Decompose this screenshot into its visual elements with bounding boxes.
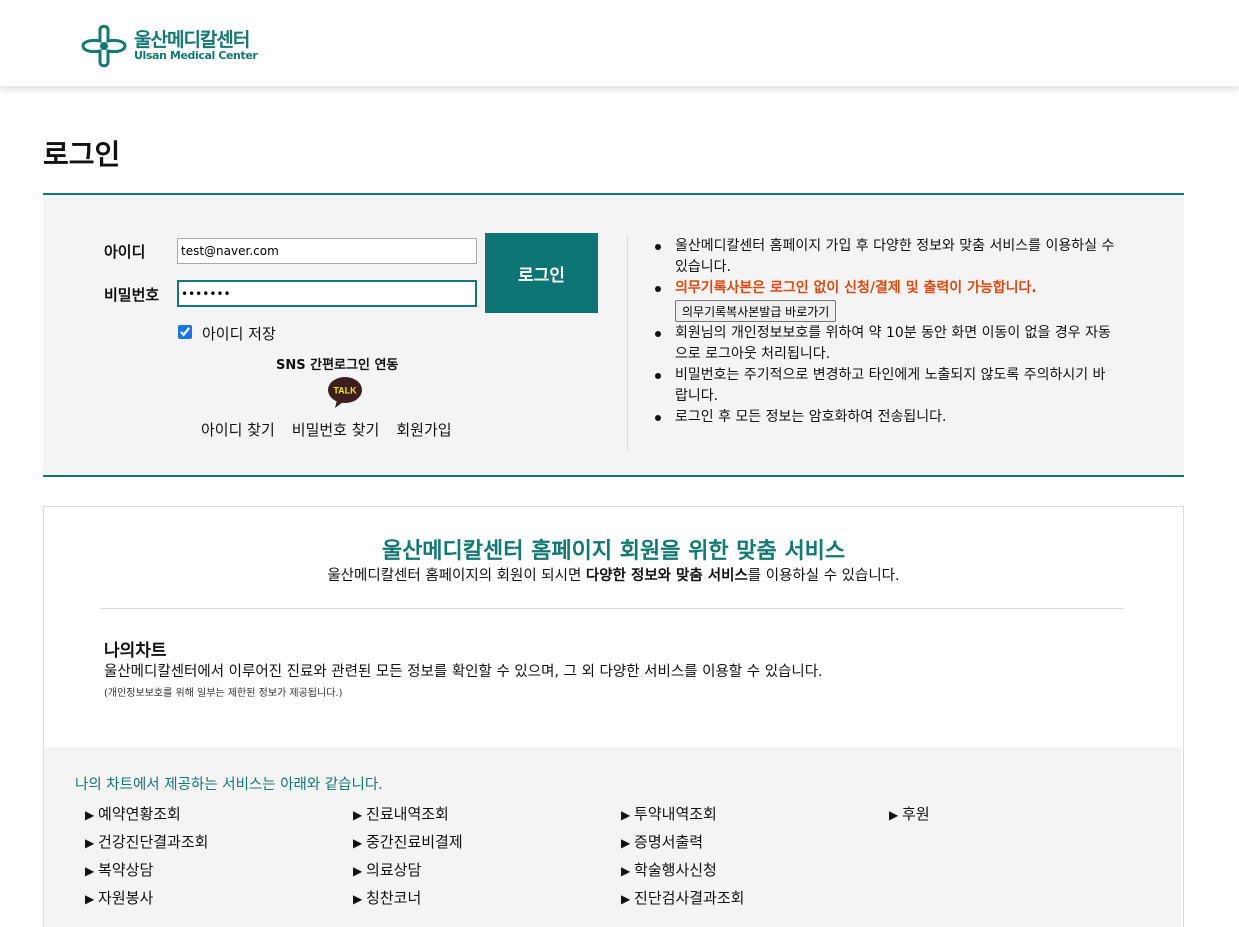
section-divider [100,608,1124,609]
kakao-talk-icon[interactable]: TALK [327,376,363,410]
service-list: 예약연황조회진료내역조회투약내역조회후원건강진단결과조회중간진료비결제증명서출력… [85,803,1155,915]
sns-login-title: SNS 간편로그인 연동 [276,358,399,373]
service-list-item[interactable]: 칭찬코너 [353,887,621,915]
remember-id-label[interactable]: 아이디 저장 [202,323,276,344]
service-list-item[interactable]: 자원봉사 [85,887,353,915]
id-label: 아이디 [104,243,146,261]
member-service-section: 울산메디칼센터 홈페이지 회원을 위한 맞춤 서비스 울산메디칼센터 홈페이지의… [43,506,1184,927]
note-item: 의무기록사본은 로그인 없이 신청/결제 및 출력이 가능합니다. 의무기록복사… [655,278,1115,323]
page-title: 로그인 [43,138,121,171]
account-links: 아이디 찾기 비밀번호 찾기 회원가입 [201,419,469,440]
service-list-item[interactable]: 건강진단결과조회 [85,831,353,859]
service-list-item[interactable]: 투약내역조회 [621,803,889,831]
signup-link[interactable]: 회원가입 [396,421,451,439]
note-item: 비밀번호는 주기적으로 변경하고 타인에게 노출되지 않도록 주의하시기 바랍니… [655,365,1115,407]
service-list-item[interactable]: 후원 [889,803,1157,831]
login-notes: 울산메디칼센터 홈페이지 가입 후 다양한 정보와 맞춤 서비스를 이용하실 수… [655,236,1115,428]
note-item: 회원님의 개인정보보호를 위하여 약 10분 동안 화면 이동이 없을 경우 자… [655,323,1115,365]
service-list-item[interactable]: 예약연황조회 [85,803,353,831]
service-list-item[interactable]: 진단검사결과조회 [621,887,889,915]
my-chart-description: 울산메디칼센터에서 이루어진 진료와 관련된 모든 정보를 확인할 수 있으며,… [104,664,823,680]
service-list-panel: 나의 차트에서 제공하는 서비스는 아래와 같습니다. 예약연황조회진료내역조회… [44,747,1181,927]
password-label: 비밀번호 [104,286,160,304]
password-input[interactable] [177,280,477,307]
my-chart-note: (개인정보보호를 위해 일부는 제한된 정보가 제공됩니다.) [104,688,343,699]
record-copy-notice: 의무기록사본은 로그인 없이 신청/결제 및 출력이 가능합니다. [675,280,1037,296]
vertical-divider [627,235,628,451]
service-list-item[interactable]: 중간진료비결제 [353,831,621,859]
service-list-item[interactable]: 진료내역조회 [353,803,621,831]
service-panel-title: 나의 차트에서 제공하는 서비스는 아래와 같습니다. [75,777,383,793]
service-list-item[interactable]: 의료상담 [353,859,621,887]
medical-record-copy-button[interactable]: 의무기록복사본발급 바로가기 [675,300,837,322]
note-item: 울산메디칼센터 홈페이지 가입 후 다양한 정보와 맞춤 서비스를 이용하실 수… [655,236,1115,278]
note-item: 로그인 후 모든 정보는 암호화하여 전송됩니다. [655,407,1115,428]
service-list-item[interactable]: 증명서출력 [621,831,889,859]
service-list-item[interactable]: 복약상담 [85,859,353,887]
site-logo[interactable]: 울산메디칼센터 Ulsan Medical Center [80,22,258,70]
hospital-cross-logo-icon [81,24,127,68]
site-header: 울산메디칼센터 Ulsan Medical Center [0,0,1239,86]
login-button[interactable]: 로그인 [485,233,598,313]
service-title: 울산메디칼센터 홈페이지 회원을 위한 맞춤 서비스 [381,539,846,564]
find-password-link[interactable]: 비밀번호 찾기 [292,421,380,439]
kakao-talk-label: TALK [333,386,357,396]
login-panel: 아이디 비밀번호 로그인 아이디 저장 SNS 간편로그인 연동 TALK 아이… [43,193,1184,477]
logo-english-text: Ulsan Medical Center [134,49,258,62]
service-subtitle: 울산메디칼센터 홈페이지의 회원이 되시면 다양한 정보와 맞춤 서비스를 이용… [327,568,900,584]
my-chart-title: 나의차트 [104,641,167,661]
service-list-item[interactable]: 학술행사신청 [621,859,889,887]
remember-id-checkbox[interactable] [178,325,192,339]
logo-korean-text: 울산메디칼센터 [134,29,250,51]
id-input[interactable] [177,238,477,264]
find-id-link[interactable]: 아이디 찾기 [201,421,275,439]
